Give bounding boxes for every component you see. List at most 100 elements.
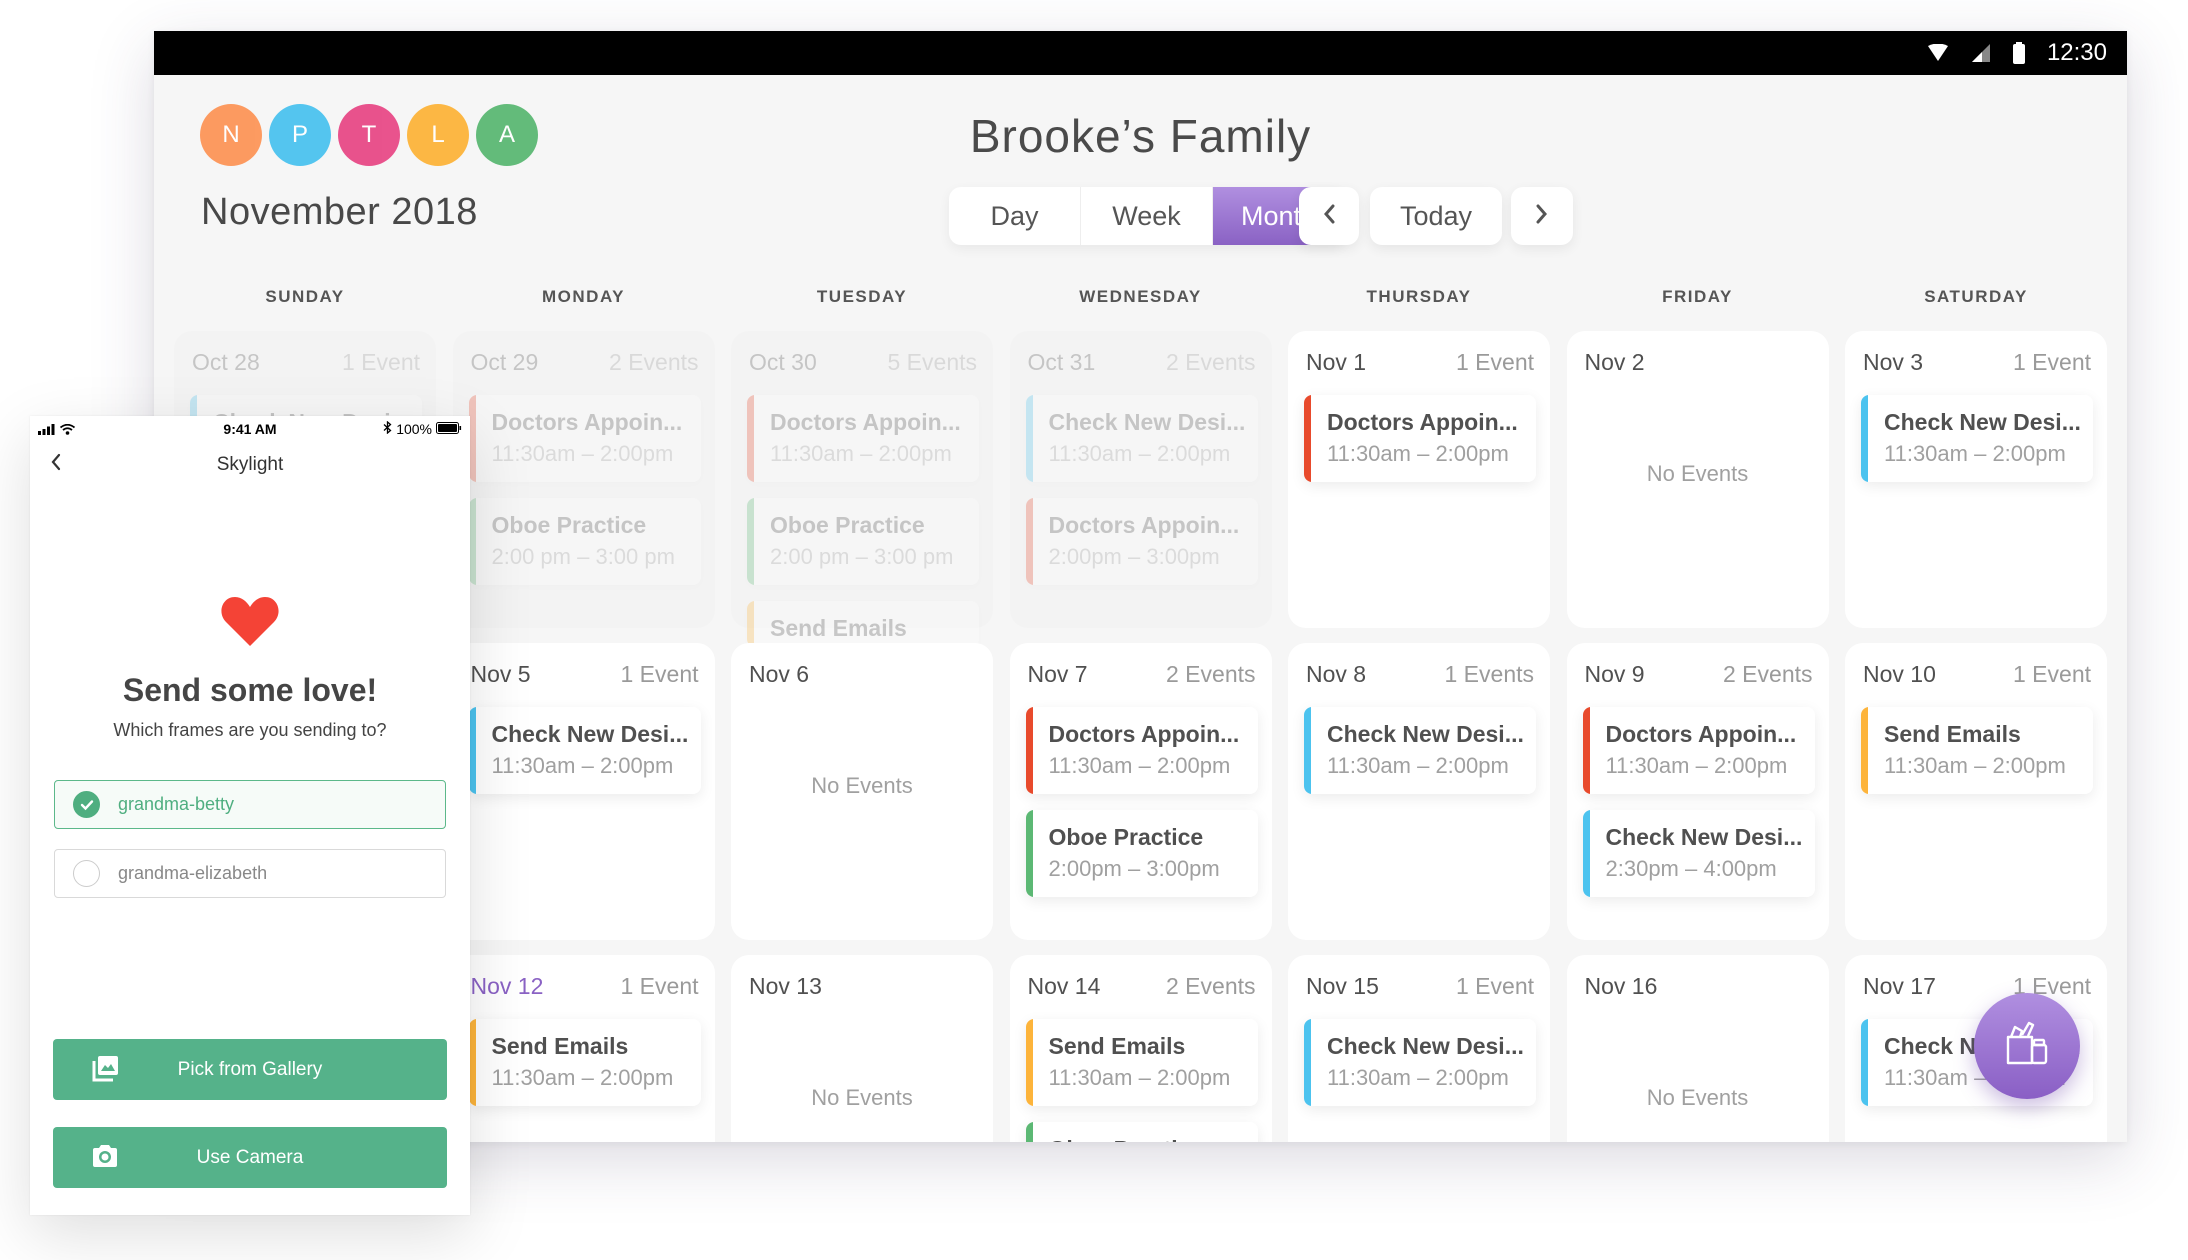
phone-nav-bar: Skylight: [30, 452, 470, 480]
day-cell[interactable]: Nov 12 1 Event Send Emails 11:30am – 2:00pm: [452, 955, 715, 1142]
event-card[interactable]: Oboe Practice 2:00 pm – 3:00 pm: [747, 498, 979, 585]
view-day-button[interactable]: Day: [949, 187, 1081, 245]
day-cell[interactable]: Nov 1 1 Event Doctors Appoin... 11:30am – 2…: [1288, 331, 1550, 628]
chevron-left-icon: [1322, 201, 1336, 232]
day-cell[interactable]: Nov 6 No Events: [731, 643, 993, 940]
day-cell-header: Nov 5 1 Event: [471, 661, 699, 688]
event-card[interactable]: Send Emails 11:30am – 2:00pm: [468, 1019, 701, 1106]
day-date: Nov 10: [1863, 661, 1936, 687]
day-cell[interactable]: Nov 15 1 Event Check New Desi... 11:30am – …: [1288, 955, 1550, 1142]
frame-option-label: grandma-elizabeth: [118, 863, 268, 883]
day-date: Oct 28: [192, 349, 260, 375]
frame-option-grandma-elizabeth[interactable]: grandma-elizabeth: [54, 849, 446, 898]
day-cell[interactable]: Nov 16 No Events: [1566, 955, 1829, 1142]
event-time: 11:30am – 2:00pm: [491, 1065, 674, 1090]
day-cell-header: Nov 7 2 Events: [1028, 661, 1256, 688]
weekday-thursday: THURSDAY: [1366, 287, 1472, 306]
use-camera-label: Use Camera: [196, 1146, 304, 1168]
day-cell-header: Nov 8 1 Events: [1306, 661, 1534, 688]
weekday-tuesday: TUESDAY: [816, 287, 908, 306]
day-cell[interactable]: Oct 29 2 Events Doctors Appoin... 11:30am –…: [452, 331, 715, 628]
event-time: 2:00pm – 3:00pm: [1048, 544, 1220, 569]
day-cell[interactable]: Oct 31 2 Events Check New Desi... 11:30am –…: [1009, 331, 1272, 628]
event-card[interactable]: Send Emails: [747, 601, 979, 647]
event-card[interactable]: Check New Desi... 11:30am – 2:00pm: [1304, 1019, 1536, 1106]
event-title: Doctors Appoin...: [1327, 409, 1518, 435]
day-cell[interactable]: Nov 7 2 Events Doctors Appoin... 11:30am – …: [1009, 643, 1272, 940]
day-cell-header: Nov 3 1 Event: [1863, 349, 2091, 376]
no-events-label: No Events: [1646, 1085, 1749, 1110]
day-cell[interactable]: Nov 5 1 Event Check New Desi... 11:30am – 2…: [452, 643, 715, 940]
weekday-friday: FRIDAY: [1662, 287, 1733, 306]
day-cell[interactable]: Nov 3 1 Event Check New Desi... 11:30am – 2…: [1845, 331, 2107, 628]
event-card[interactable]: Doctors Appoin... 11:30am – 2:00pm: [1025, 707, 1258, 794]
pick-from-gallery-button[interactable]: Pick from Gallery: [53, 1039, 447, 1100]
event-title: Send Emails: [491, 1033, 629, 1059]
event-card[interactable]: Doctors Appoin... 11:30am – 2:00pm: [1582, 707, 1815, 794]
day-cell-header: Oct 31 2 Events: [1028, 349, 1256, 376]
day-cell[interactable]: Nov 8 1 Events Check New Desi... 11:30am – …: [1288, 643, 1550, 940]
event-card[interactable]: Check New Desi... 11:30am – 2:00pm: [1861, 395, 2093, 482]
event-color-bar: [1861, 1019, 1868, 1106]
battery-percent: 100%: [396, 421, 432, 437]
weekday-wednesday: WEDNESDAY: [1079, 287, 1202, 306]
no-events-label: No Events: [1646, 461, 1749, 486]
event-card[interactable]: Doctors Appoin... 2:00pm – 3:00pm: [1025, 498, 1258, 585]
event-list: Check New Desi... 11:30am – 2:00pm Doctors…: [1025, 395, 1258, 601]
day-cell[interactable]: Nov 10 1 Event Send Emails 11:30am – 2:00pm: [1845, 643, 2107, 940]
day-cell[interactable]: Nov 14 2 Events Send Emails 11:30am – 2:00p…: [1009, 955, 1272, 1142]
event-title: Doctors Appoin...: [1048, 721, 1240, 747]
event-card[interactable]: Oboe Practice 2:00 pm – 3:00 pm: [468, 498, 701, 585]
today-button[interactable]: Today: [1370, 187, 1502, 245]
event-card[interactable]: Check New Desi... 11:30am – 2:00pm: [468, 707, 701, 794]
next-month-button[interactable]: [1511, 187, 1573, 245]
day-cell[interactable]: Nov 9 2 Events Doctors Appoin... 11:30am – …: [1566, 643, 1829, 940]
event-card[interactable]: Check New Desi... 11:30am – 2:00pm: [1025, 395, 1258, 482]
day-cell[interactable]: Oct 30 5 Events Doctors Appoin... 11:30am –…: [731, 331, 993, 647]
event-count: 2 Events: [1166, 661, 1256, 687]
prev-month-button[interactable]: [1299, 187, 1359, 245]
event-list: Check New Desi... 11:30am – 2:00pm: [468, 707, 701, 810]
event-color-bar: [1861, 707, 1868, 794]
event-card[interactable]: Oboe Practice 2:00pm – 3:00pm: [1025, 810, 1258, 897]
day-cell[interactable]: Nov 13 No Events: [731, 955, 993, 1142]
event-list: Doctors Appoin... 11:30am – 2:00pm Check N…: [1582, 707, 1815, 913]
event-card[interactable]: Send Emails 11:30am – 2:00pm: [1025, 1019, 1258, 1106]
event-card[interactable]: Doctors Appoin... 11:30am – 2:00pm: [1304, 395, 1536, 482]
day-date: Nov 13: [749, 973, 822, 999]
event-list: Doctors Appoin... 11:30am – 2:00pm Oboe Pr…: [468, 395, 701, 601]
event-title: Check New Desi...: [1605, 824, 1803, 850]
event-list: Check New Desi... 11:30am – 2:00pm: [1304, 1019, 1536, 1122]
event-title: Send Emails: [1048, 1033, 1186, 1059]
frame-option-grandma-betty[interactable]: grandma-betty: [54, 780, 446, 829]
event-color-bar: [1025, 498, 1033, 585]
event-title: Check New Desi...: [1327, 1033, 1524, 1059]
event-color-bar: [1304, 395, 1311, 482]
view-week-button[interactable]: Week: [1081, 187, 1213, 245]
event-time: 2:00pm – 3:00pm: [1048, 856, 1220, 881]
event-list: Send Emails 11:30am – 2:00pm: [468, 1019, 701, 1122]
event-count: 1 Event: [2013, 661, 2091, 687]
event-time: 11:30am – 2:00pm: [1048, 753, 1231, 778]
use-camera-button[interactable]: Use Camera: [53, 1127, 447, 1188]
event-card[interactable]: Check New Desi... 2:30pm – 4:00pm: [1582, 810, 1815, 897]
send-love-heading: Send some love!: [122, 672, 378, 708]
event-card[interactable]: Oboe Practice: [1025, 1122, 1258, 1142]
day-cell-header: Oct 28 1 Event: [192, 349, 420, 376]
event-card[interactable]: Check New Desi... 11:30am – 2:00pm: [1304, 707, 1536, 794]
event-card[interactable]: Doctors Appoin... 11:30am – 2:00pm: [747, 395, 979, 482]
day-cell-header: Oct 30 5 Events: [749, 349, 977, 376]
grocery-bag-icon: [2002, 1019, 2052, 1074]
day-cell[interactable]: Nov 2 No Events: [1566, 331, 1829, 628]
event-list: Doctors Appoin... 11:30am – 2:00pm Oboe Pr…: [747, 395, 979, 663]
day-date: Nov 12: [470, 973, 544, 999]
day-cell-header: Oct 29 2 Events: [471, 349, 699, 376]
event-time: 11:30am – 2:00pm: [1327, 753, 1509, 778]
event-time: 11:30am – 2:00pm: [1048, 1065, 1231, 1090]
event-count: 1 Event: [1456, 973, 1534, 999]
chevron-right-icon: [1535, 201, 1549, 232]
event-card[interactable]: Doctors Appoin... 11:30am – 2:00pm: [468, 395, 701, 482]
event-card[interactable]: Send Emails 11:30am – 2:00pm: [1861, 707, 2093, 794]
frame-option-label: grandma-betty: [118, 794, 235, 814]
grocery-list-fab[interactable]: [1974, 993, 2080, 1099]
